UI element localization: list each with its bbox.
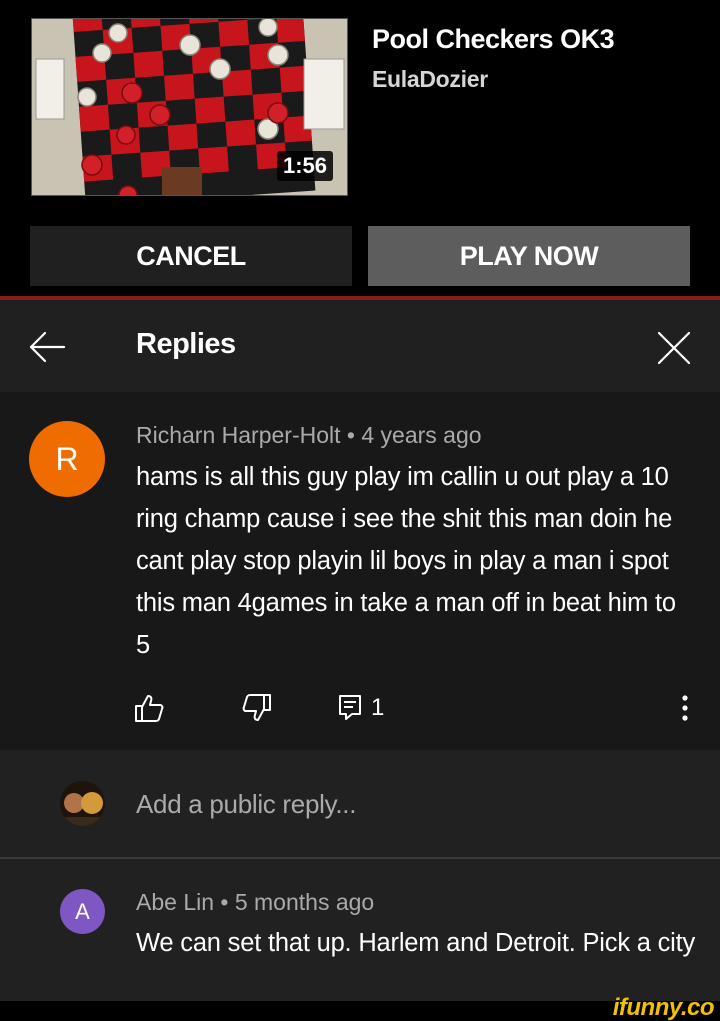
- avatar[interactable]: A: [60, 889, 105, 934]
- more-vert-icon[interactable]: [680, 694, 690, 722]
- channel-name[interactable]: EulaDozier: [372, 66, 488, 93]
- cancel-button[interactable]: CANCEL: [30, 226, 352, 286]
- avatar[interactable]: R: [29, 421, 105, 497]
- video-duration: 1:56: [276, 151, 333, 181]
- reply-icon[interactable]: [338, 694, 362, 720]
- reply-input[interactable]: Add a public reply...: [136, 789, 356, 820]
- comment-meta: Richarn Harper-Holt • 4 years ago: [136, 422, 482, 448]
- reply-text: We can set that up. Harlem and Detroit. …: [136, 929, 696, 957]
- thumbs-down-icon[interactable]: [242, 693, 272, 723]
- play-now-button[interactable]: PLAY NOW: [368, 226, 690, 286]
- reply-meta: Abe Lin • 5 months ago: [136, 889, 375, 915]
- avatar: [60, 781, 105, 826]
- close-icon[interactable]: [656, 330, 692, 366]
- video-title[interactable]: Pool Checkers OK3: [372, 24, 615, 55]
- add-reply-row: [0, 750, 720, 857]
- user-avatar-icon: [60, 781, 105, 826]
- thumbs-up-icon[interactable]: [134, 693, 164, 723]
- arrow-left-icon[interactable]: [28, 330, 66, 364]
- watermark: ifunny.co: [612, 994, 715, 1021]
- video-thumbnail[interactable]: 1:56: [31, 18, 348, 196]
- comment-text: hams is all this guy play im callin u ou…: [136, 463, 676, 659]
- replies-header: [0, 300, 720, 392]
- reply-count: 1: [371, 694, 385, 721]
- up-next-panel: 1:56 Pool Checkers OK3 EulaDozier CANCEL…: [0, 0, 720, 297]
- page-title: Replies: [136, 328, 236, 360]
